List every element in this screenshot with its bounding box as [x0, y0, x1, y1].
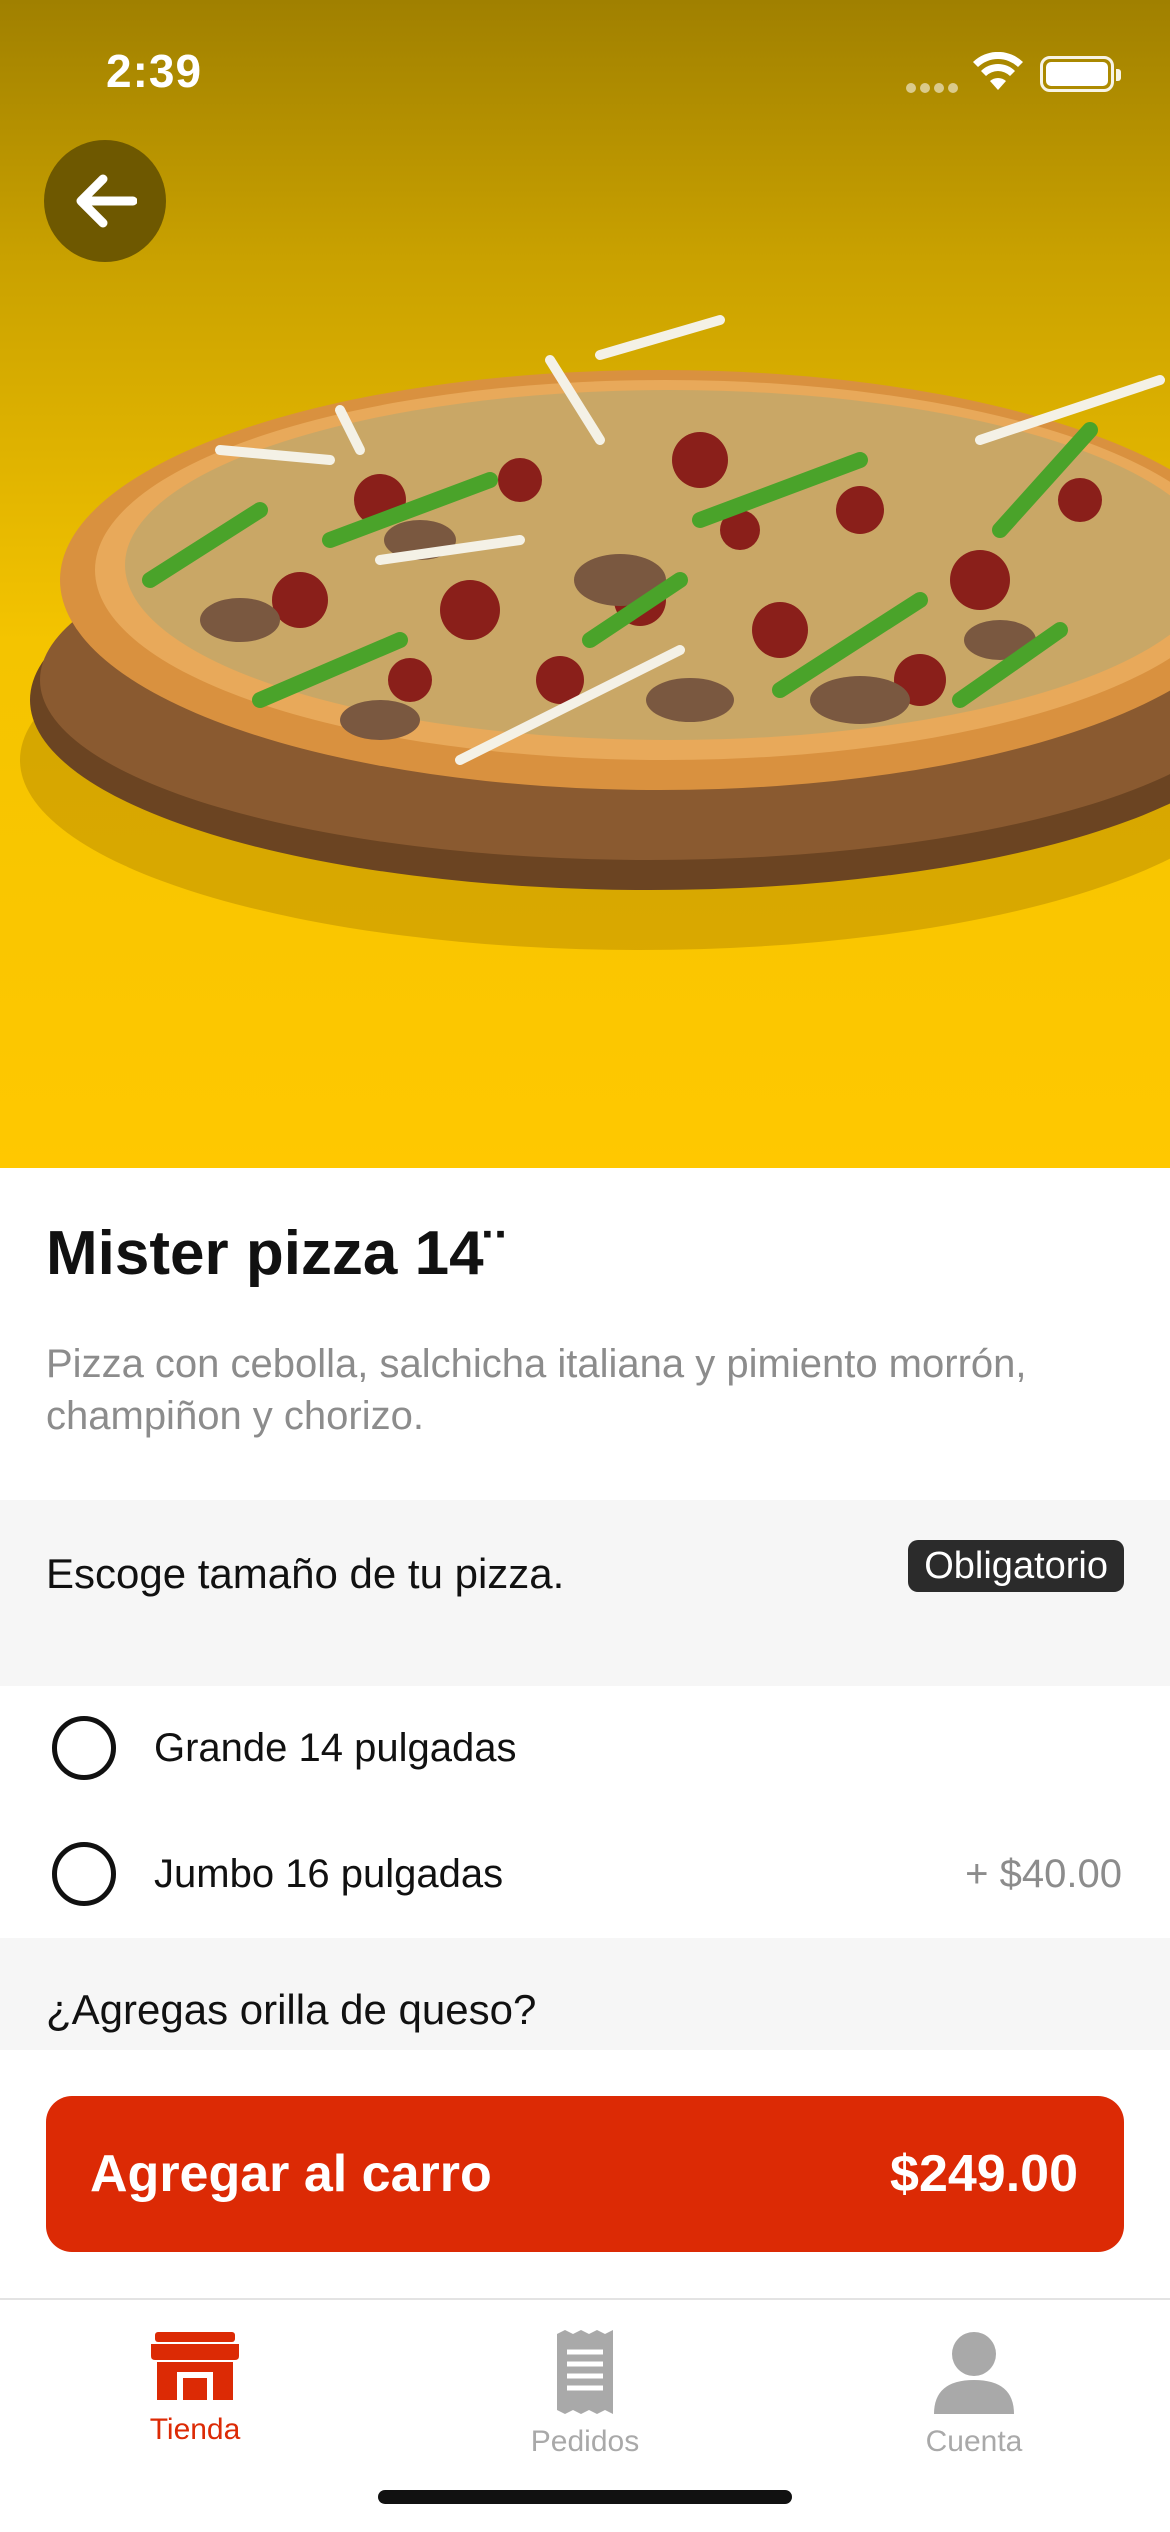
person-icon: [934, 2332, 1014, 2414]
tab-label: Tienda: [149, 2413, 241, 2446]
product-title: Mister pizza 14¨: [46, 1219, 505, 1288]
tab-pedidos[interactable]: Pedidos: [485, 2330, 685, 2480]
arrow-left-icon: [76, 174, 137, 228]
option-label: Jumbo 16 pulgadas: [154, 1852, 504, 1896]
status-time: 2:39: [106, 45, 203, 97]
size-section-title: Escoge tamaño de tu pizza.: [46, 1550, 565, 1597]
add-to-cart-label: Agregar al carro: [90, 2145, 492, 2203]
option-price: + $40.00: [965, 1852, 1122, 1896]
store-icon: [151, 2332, 239, 2400]
tab-label: Pedidos: [530, 2425, 640, 2458]
wifi-icon: [973, 52, 1023, 90]
option-label: Grande 14 pulgadas: [154, 1726, 517, 1770]
size-option-grande[interactable]: Grande 14 pulgadas: [0, 1686, 1170, 1812]
add-to-cart-button[interactable]: Agregar al carro $249.00: [46, 2096, 1124, 2252]
hero-image-area: 2:39: [0, 0, 1170, 1168]
cart-total-price: $249.00: [890, 2145, 1078, 2203]
cheese-section-title: ¿Agregas orilla de queso?: [46, 1986, 537, 2033]
tab-cuenta[interactable]: Cuenta: [874, 2330, 1074, 2480]
tab-tienda[interactable]: Tienda: [95, 2330, 295, 2480]
size-option-jumbo[interactable]: Jumbo 16 pulgadas + $40.00: [0, 1812, 1170, 1938]
pizza-image: [20, 315, 1170, 950]
status-bar: 2:39: [0, 0, 1170, 140]
cheese-section-header: ¿Agregas orilla de queso?: [0, 1938, 1170, 2050]
required-badge: Obligatorio: [908, 1540, 1124, 1592]
back-button[interactable]: [44, 140, 166, 262]
receipt-icon: [557, 2330, 613, 2414]
radio-button[interactable]: [52, 1716, 116, 1780]
size-section-header: Escoge tamaño de tu pizza. Obligatorio: [0, 1500, 1170, 1686]
home-indicator: [378, 2490, 792, 2504]
radio-button[interactable]: [52, 1842, 116, 1906]
cellular-signal-icon: [906, 80, 962, 98]
product-description: Pizza con cebolla, salchicha italiana y …: [46, 1342, 1027, 1438]
battery-icon: [1040, 56, 1121, 92]
tab-label: Cuenta: [925, 2425, 1023, 2458]
